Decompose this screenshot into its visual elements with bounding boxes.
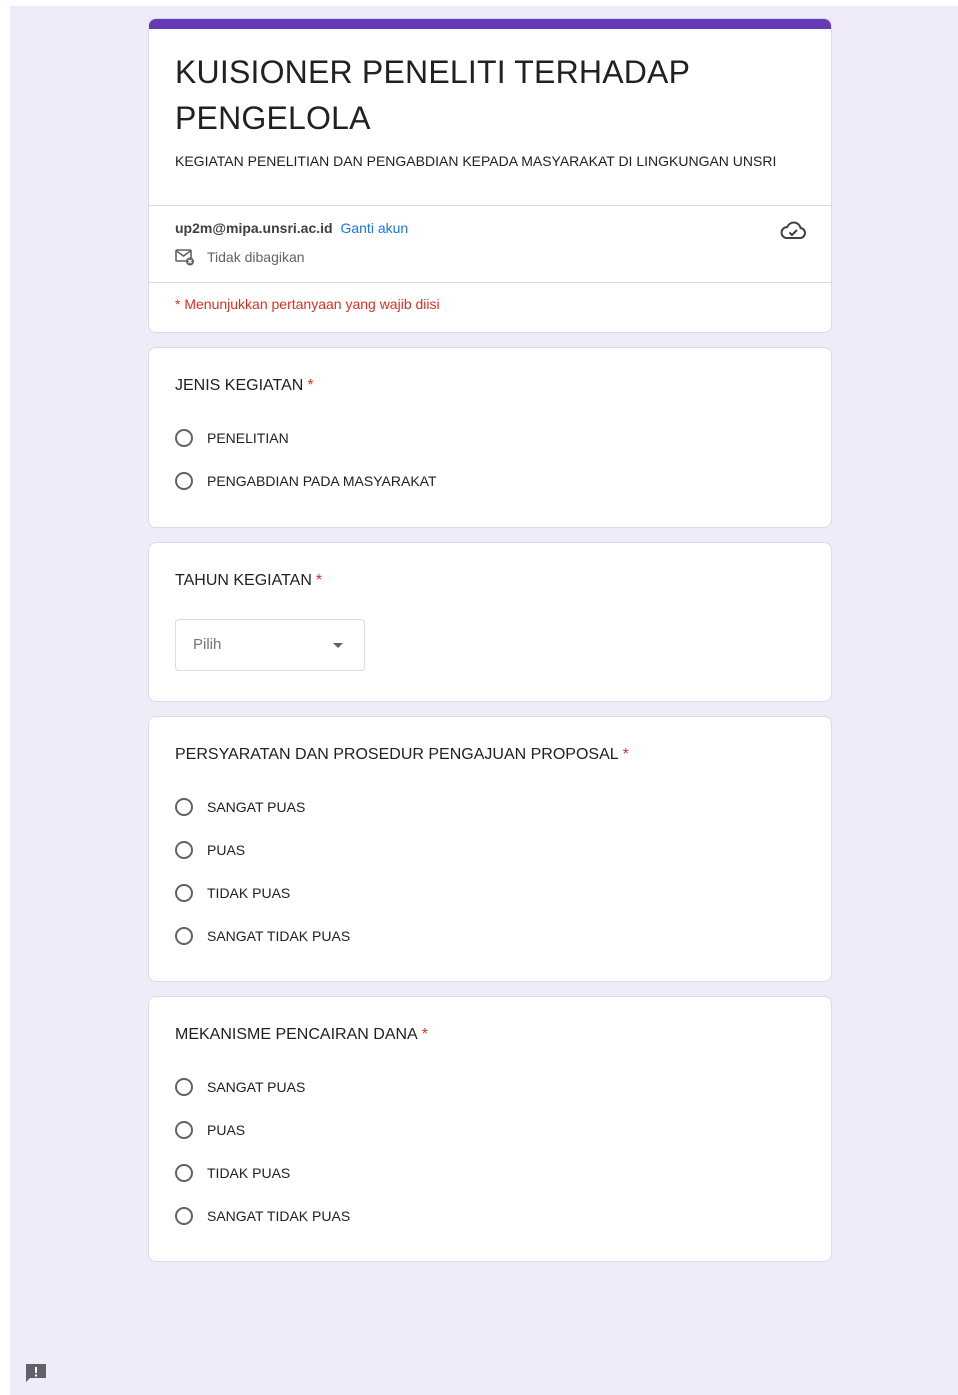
question-title-text: PERSYARATAN DAN PROSEDUR PENGAJUAN PROPO… [175,746,619,763]
option-label: PENELITIAN [207,430,289,446]
radio-button[interactable] [175,841,193,859]
question-title: PERSYARATAN DAN PROSEDUR PENGAJUAN PROPO… [175,745,629,765]
radio-button[interactable] [175,884,193,902]
radio-button[interactable] [175,472,193,490]
mail-not-shared-icon [175,249,194,266]
radio-option[interactable]: PENELITIAN [175,426,289,450]
question-title-text: TAHUN KEGIATAN [175,572,312,589]
question-title-text: MEKANISME PENCAIRAN DANA [175,1026,418,1043]
option-label: SANGAT PUAS [207,1079,306,1095]
radio-option[interactable]: PUAS [175,838,245,862]
radio-option[interactable]: TIDAK PUAS [175,1161,290,1185]
radio-button[interactable] [175,1207,193,1225]
required-asterisk: * [421,1026,428,1043]
radio-button[interactable] [175,1078,193,1096]
radio-option[interactable]: TIDAK PUAS [175,881,290,905]
question-title: MEKANISME PENCAIRAN DANA * [175,1025,428,1045]
question-card-tahun-kegiatan: TAHUN KEGIATAN * Pilih [148,542,832,702]
question-title-text: JENIS KEGIATAN [175,377,304,394]
account-email: up2m@mipa.unsri.ac.id [175,220,333,236]
shared-status-text: Tidak dibagikan [207,249,305,265]
option-label: PUAS [207,1122,246,1138]
cloud-check-icon [780,221,806,239]
option-label: TIDAK PUAS [207,885,291,901]
dropdown-placeholder: Pilih [193,636,222,653]
radio-option[interactable]: SANGAT TIDAK PUAS [175,924,350,948]
option-label: SANGAT TIDAK PUAS [207,928,351,944]
divider [149,205,831,206]
radio-button[interactable] [175,429,193,447]
feedback-icon[interactable] [24,1362,48,1384]
chevron-down-icon [333,643,343,648]
option-label: PENGABDIAN PADA MASYARAKAT [207,473,437,489]
question-card-persyaratan: PERSYARATAN DAN PROSEDUR PENGAJUAN PROPO… [148,716,832,982]
form-title: KUISIONER PENELITI TERHADAP PENGELOLA [175,54,690,136]
required-note: * Menunjukkan pertanyaan yang wajib diis… [175,296,440,312]
radio-option[interactable]: SANGAT PUAS [175,795,305,819]
option-label: TIDAK PUAS [207,1165,291,1181]
radio-option[interactable]: SANGAT PUAS [175,1075,305,1099]
radio-option[interactable]: SANGAT TIDAK PUAS [175,1204,350,1228]
form-header-card: KUISIONER PENELITI TERHADAP PENGELOLA KE… [148,18,832,333]
required-asterisk: * [315,572,323,589]
option-label: SANGAT PUAS [207,799,306,815]
question-title: JENIS KEGIATAN * [175,376,314,396]
radio-button[interactable] [175,1121,193,1139]
divider [149,282,831,283]
option-label: SANGAT TIDAK PUAS [207,1208,351,1224]
account-row: up2m@mipa.unsri.ac.id Ganti akun [175,219,408,237]
radio-option[interactable]: PENGABDIAN PADA MASYARAKAT [175,469,437,493]
shared-status-row: Tidak dibagikan [175,247,305,267]
form-description: KEGIATAN PENELITIAN DAN PENGABDIAN KEPAD… [175,153,777,169]
required-asterisk: * [307,377,314,394]
switch-account-link[interactable]: Ganti akun [340,220,408,236]
question-card-jenis-kegiatan: JENIS KEGIATAN * PENELITIAN PENGABDIAN PA… [148,347,832,528]
question-title: TAHUN KEGIATAN * [175,571,322,591]
question-card-mekanisme: MEKANISME PENCAIRAN DANA * SANGAT PUAS PU… [148,996,832,1262]
year-dropdown[interactable]: Pilih [175,619,365,671]
option-label: PUAS [207,842,246,858]
radio-option[interactable]: PUAS [175,1118,245,1142]
header-accent-bar [149,19,831,29]
radio-button[interactable] [175,798,193,816]
radio-button[interactable] [175,927,193,945]
radio-button[interactable] [175,1164,193,1182]
required-asterisk: * [622,746,629,763]
